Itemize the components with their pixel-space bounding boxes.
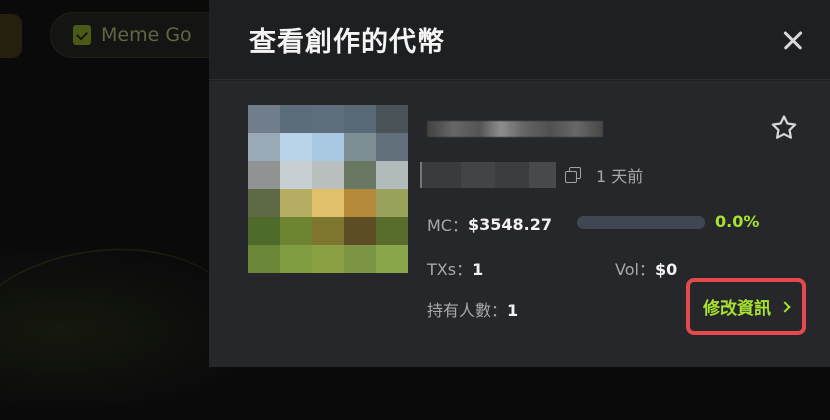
token-image-pixel: [312, 133, 344, 161]
modal-title: 查看創作的代幣: [249, 27, 445, 58]
token-image: [248, 105, 408, 273]
token-image-pixel: [248, 133, 280, 161]
star-icon[interactable]: [769, 113, 799, 143]
bonding-progress-percent: 0.0%: [715, 212, 760, 231]
token-image-pixel: [344, 217, 376, 245]
txs-value: 1: [472, 260, 484, 279]
holders-value: 1: [507, 301, 519, 320]
token-image-pixel: [312, 105, 344, 133]
token-image-pixel: [344, 245, 376, 273]
vol-label: Vol：: [615, 260, 655, 279]
holders: 持有人數：1: [427, 297, 518, 321]
meme-go-label: Meme Go: [101, 24, 192, 46]
token-image-pixel: [280, 133, 312, 161]
token-image-pixel: [280, 245, 312, 273]
token-image-pixel: [280, 217, 312, 245]
modal-header: 查看創作的代幣: [209, 0, 830, 80]
token-address-redacted: [420, 162, 556, 188]
token-image-pixel: [376, 161, 408, 189]
token-image-pixel: [280, 105, 312, 133]
vol-value: $0: [654, 260, 678, 279]
created-tokens-modal: 查看創作的代幣 1 天前 MC： $3548.27 0.0% TXs：1 Vol：…: [209, 0, 830, 367]
transactions: TXs：1: [427, 256, 483, 280]
token-image-pixel: [280, 189, 312, 217]
volume: Vol：$0: [615, 256, 677, 280]
calendar-check-icon: [73, 25, 91, 45]
market-cap-value: $3548.27: [467, 214, 552, 234]
token-image-pixel: [344, 133, 376, 161]
token-image-pixel: [376, 189, 408, 217]
token-image-pixel: [312, 189, 344, 217]
token-image-pixel: [248, 217, 280, 245]
edit-info-button[interactable]: 修改資訊: [686, 278, 806, 335]
market-cap: MC： $3548.27: [427, 212, 552, 236]
txs-label: TXs：: [427, 260, 473, 279]
close-icon[interactable]: [778, 25, 808, 55]
created-time: 1 天前: [596, 167, 644, 186]
token-image-pixel: [344, 189, 376, 217]
holders-label: 持有人數：: [427, 301, 508, 320]
token-card[interactable]: 1 天前 MC： $3548.27 0.0% TXs：1 Vol：$0 持有人數：…: [209, 81, 830, 367]
token-image-pixel: [248, 161, 280, 189]
market-cap-label: MC：: [427, 216, 468, 235]
token-image-pixel: [376, 245, 408, 273]
token-image-pixel: [312, 217, 344, 245]
edit-info-label: 修改資訊: [703, 299, 771, 319]
copy-icon[interactable]: [564, 166, 582, 184]
token-image-pixel: [344, 161, 376, 189]
token-image-pixel: [248, 105, 280, 133]
token-image-pixel: [248, 245, 280, 273]
token-image-pixel: [376, 105, 408, 133]
token-name-redacted: [427, 121, 603, 137]
token-image-pixel: [376, 133, 408, 161]
token-image-pixel: [344, 105, 376, 133]
bonding-progress-bar: [577, 216, 705, 229]
token-image-pixel: [312, 161, 344, 189]
token-image-pixel: [312, 245, 344, 273]
address-row: 1 天前: [420, 161, 643, 189]
background-chip: [0, 14, 22, 58]
chevron-right-icon: [779, 300, 791, 313]
token-image-pixel: [248, 189, 280, 217]
token-image-pixel: [280, 161, 312, 189]
token-image-pixel: [376, 217, 408, 245]
